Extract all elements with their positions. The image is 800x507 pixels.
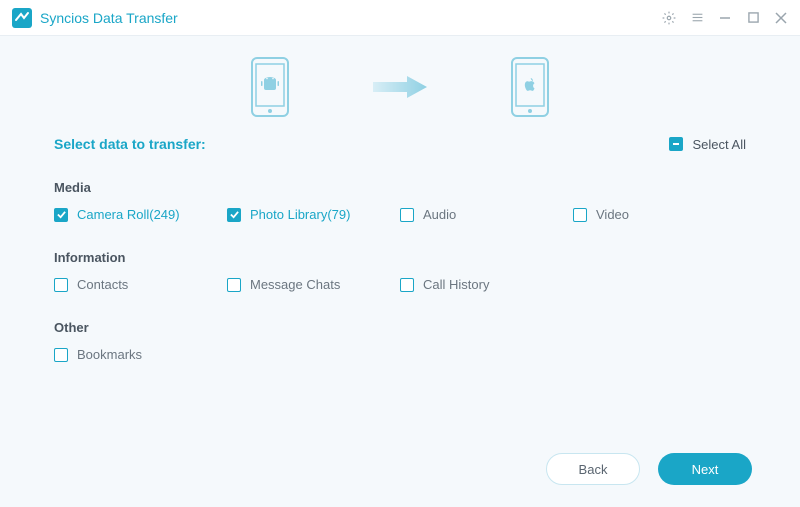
item-label: Photo Library(79) <box>250 207 350 222</box>
item-audio[interactable]: Audio <box>400 207 573 222</box>
checkbox-message-chats[interactable] <box>227 278 241 292</box>
checkbox-photo-library[interactable] <box>227 208 241 222</box>
item-label: Contacts <box>77 277 128 292</box>
checkbox-contacts[interactable] <box>54 278 68 292</box>
checkbox-video[interactable] <box>573 208 587 222</box>
device-transfer-row <box>0 36 800 136</box>
item-label: Camera Roll(249) <box>77 207 180 222</box>
section-information-title: Information <box>54 250 746 265</box>
select-all-checkbox[interactable] <box>669 137 683 151</box>
information-grid: Contacts Message Chats Call History <box>54 277 746 292</box>
transfer-arrow-icon <box>370 72 430 102</box>
media-grid: Camera Roll(249) Photo Library(79) Audio <box>54 207 746 222</box>
app-logo-icon <box>12 8 32 28</box>
checkbox-camera-roll[interactable] <box>54 208 68 222</box>
section-media: Media Camera Roll(249) Photo Library(79) <box>54 180 746 222</box>
section-media-title: Media <box>54 180 746 195</box>
header-row: Select data to transfer: Select All <box>54 136 746 152</box>
footer-buttons: Back Next <box>546 453 752 485</box>
minimize-icon[interactable] <box>718 11 732 25</box>
titlebar: Syncios Data Transfer <box>0 0 800 36</box>
section-information: Information Contacts Message Chats <box>54 250 746 292</box>
app-logo: Syncios Data Transfer <box>12 8 178 28</box>
source-device-android-icon <box>250 56 290 118</box>
next-button[interactable]: Next <box>658 453 752 485</box>
item-camera-roll[interactable]: Camera Roll(249) <box>54 207 227 222</box>
maximize-icon[interactable] <box>746 11 760 25</box>
checkbox-audio[interactable] <box>400 208 414 222</box>
item-message-chats[interactable]: Message Chats <box>227 277 400 292</box>
checkbox-bookmarks[interactable] <box>54 348 68 362</box>
item-bookmarks[interactable]: Bookmarks <box>54 347 227 362</box>
other-grid: Bookmarks <box>54 347 746 362</box>
section-other-title: Other <box>54 320 746 335</box>
item-video[interactable]: Video <box>573 207 746 222</box>
select-all[interactable]: Select All <box>669 137 746 152</box>
item-photo-library[interactable]: Photo Library(79) <box>227 207 400 222</box>
select-all-label: Select All <box>693 137 746 152</box>
back-button[interactable]: Back <box>546 453 640 485</box>
content-area: Select data to transfer: Select All Medi… <box>0 136 800 408</box>
item-label: Video <box>596 207 629 222</box>
section-other: Other Bookmarks <box>54 320 746 362</box>
item-label: Bookmarks <box>77 347 142 362</box>
app-title: Syncios Data Transfer <box>40 10 178 26</box>
item-call-history[interactable]: Call History <box>400 277 573 292</box>
target-device-ios-icon <box>510 56 550 118</box>
select-data-heading: Select data to transfer: <box>54 136 206 152</box>
settings-icon[interactable] <box>662 11 676 25</box>
item-label: Call History <box>423 277 489 292</box>
checkbox-call-history[interactable] <box>400 278 414 292</box>
item-contacts[interactable]: Contacts <box>54 277 227 292</box>
close-icon[interactable] <box>774 11 788 25</box>
window-controls <box>662 11 788 25</box>
item-label: Message Chats <box>250 277 340 292</box>
item-label: Audio <box>423 207 456 222</box>
menu-icon[interactable] <box>690 11 704 25</box>
